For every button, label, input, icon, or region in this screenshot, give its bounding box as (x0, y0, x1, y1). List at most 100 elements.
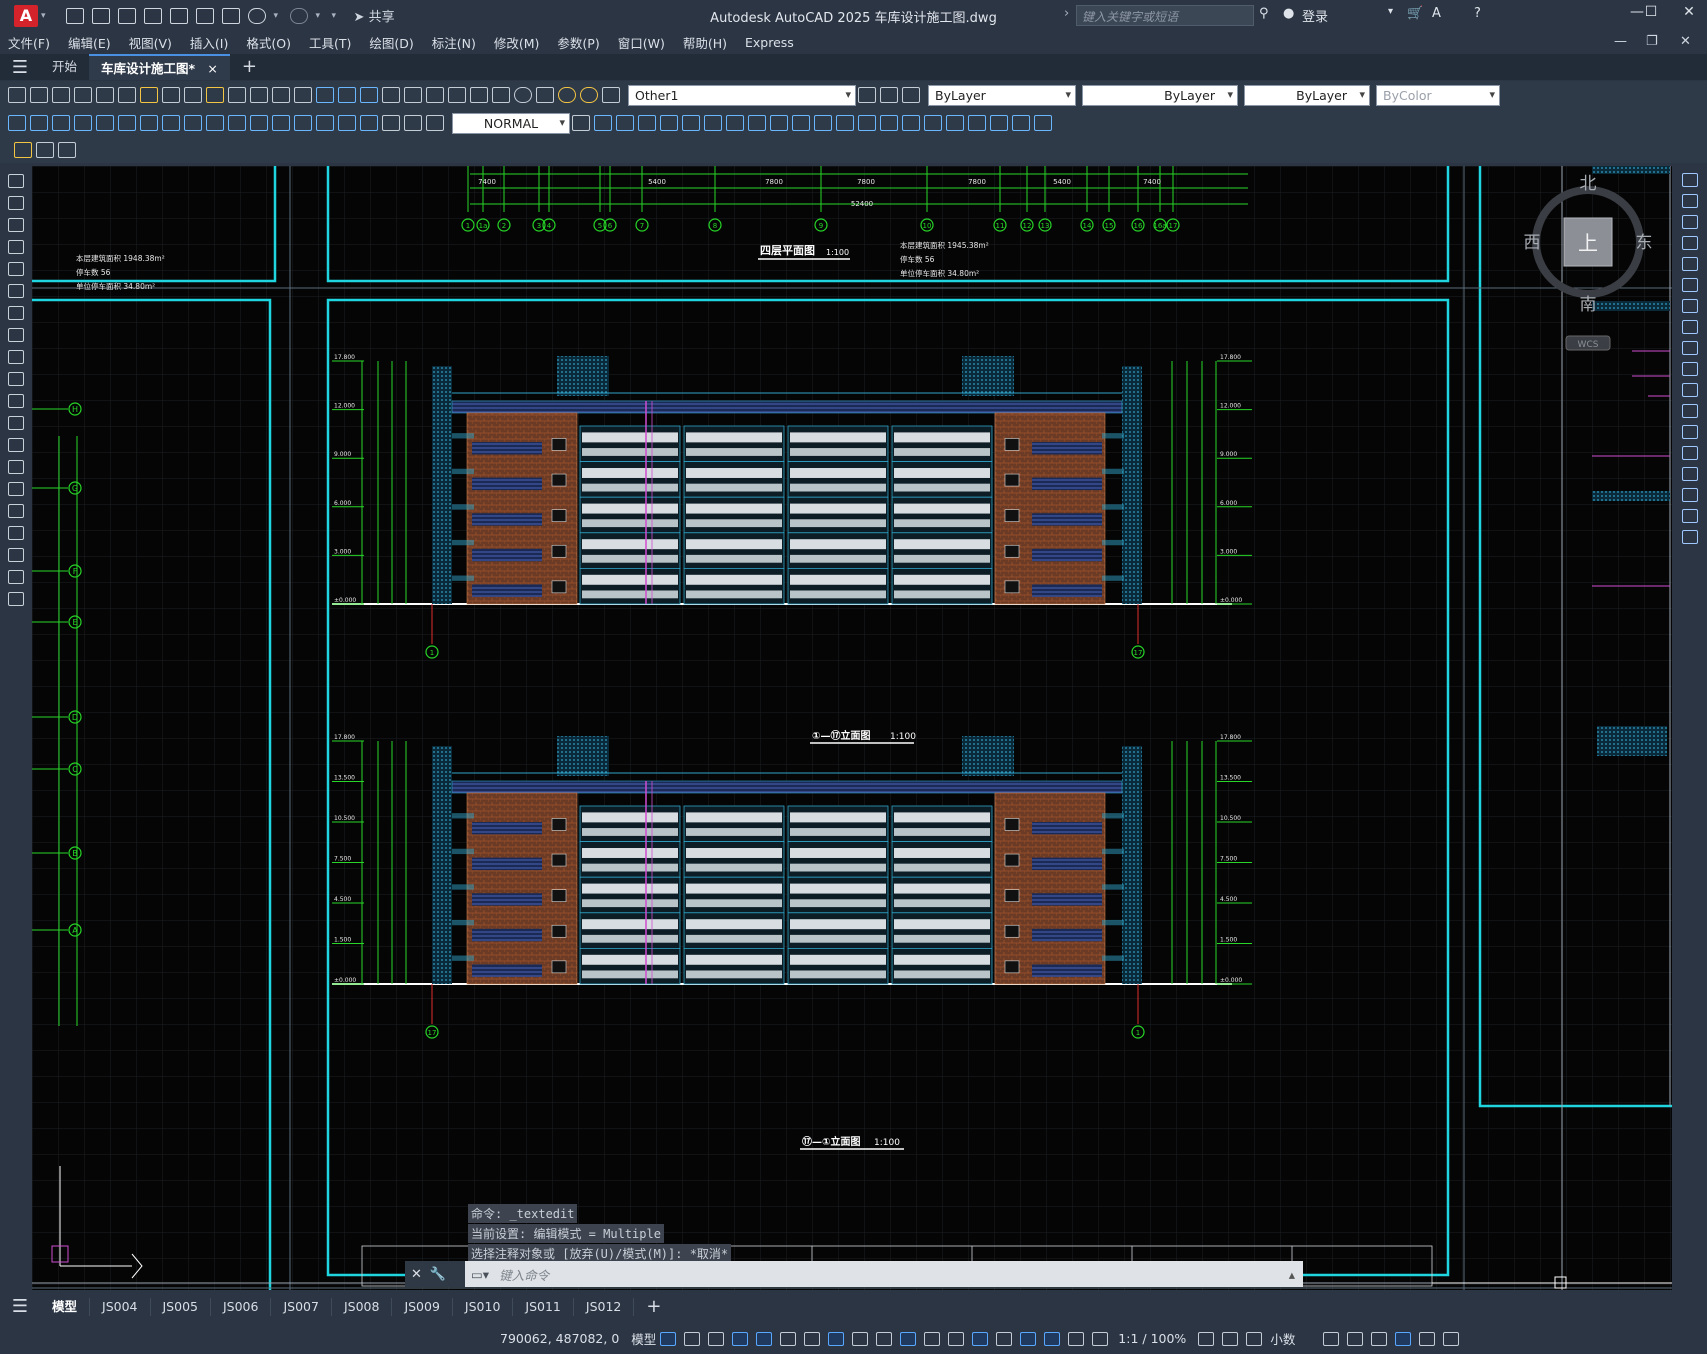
linear-dimension-icon[interactable] (8, 115, 26, 131)
array-modify-icon[interactable] (1681, 257, 1698, 271)
undo-icon[interactable] (247, 7, 266, 24)
ellipse-arc-tool-icon[interactable] (8, 394, 24, 408)
layer-dropdown[interactable]: Other1 (628, 84, 856, 106)
autodesk-apps-icon[interactable]: A (1432, 6, 1441, 21)
snap-mode-icon[interactable] (684, 1331, 701, 1346)
menu-item-1[interactable]: 编辑(E) (60, 33, 121, 52)
join-modify-icon[interactable] (1681, 446, 1698, 460)
maximize-button[interactable]: ☐ (1636, 4, 1666, 26)
aligned-dimension-icon[interactable] (30, 115, 48, 131)
search-icon[interactable]: ⚲ (1259, 6, 1269, 21)
polyline-tool-icon[interactable] (8, 218, 24, 232)
radius-dimension-icon[interactable] (96, 115, 114, 131)
selection-filter-icon[interactable] (996, 1331, 1013, 1346)
insert-block-tool-icon[interactable] (8, 416, 24, 430)
blend-icon[interactable] (946, 115, 964, 131)
infer-constraints-icon[interactable] (708, 1331, 725, 1346)
command-history-toggle-icon[interactable]: ▴ (1289, 1267, 1295, 1282)
viewcube-east-label[interactable]: 东 (1636, 233, 1653, 253)
command-input[interactable]: ▭▾ 键入命令 ▴ (465, 1261, 1303, 1287)
calculator-icon[interactable] (492, 87, 510, 103)
help-toolbar-icon[interactable] (514, 87, 532, 103)
erase-modify-icon[interactable] (1681, 173, 1698, 187)
annotation-monitor-icon[interactable] (1222, 1331, 1239, 1346)
coordinates-readout[interactable]: 790062, 487082, 0 (500, 1331, 619, 1346)
doc-restore-button[interactable]: ❐ (1646, 34, 1658, 49)
explode-icon[interactable] (968, 115, 986, 131)
break-at-point-modify-icon[interactable] (1681, 404, 1698, 418)
qnew-icon[interactable] (8, 87, 26, 103)
dynamic-input-icon[interactable] (732, 1331, 749, 1346)
tool-palettes-icon[interactable] (426, 87, 444, 103)
tab-model[interactable]: 模型 (40, 1297, 91, 1316)
object-snap-icon[interactable] (852, 1331, 869, 1346)
open-icon[interactable] (30, 87, 48, 103)
viewcube-south-label[interactable]: 南 (1580, 295, 1597, 315)
fillet-icon[interactable] (924, 115, 942, 131)
scale-modify-icon[interactable] (1681, 320, 1698, 334)
close-button[interactable]: ✕ (1674, 4, 1704, 26)
dimension-break-icon[interactable] (272, 115, 290, 131)
hatch-tool-icon[interactable] (8, 482, 24, 496)
workspace-gear-icon[interactable] (1198, 1331, 1215, 1346)
auto-scale-icon[interactable] (1068, 1331, 1085, 1346)
match-properties-icon[interactable] (206, 87, 224, 103)
pan-icon[interactable] (294, 87, 312, 103)
doc-minimize-button[interactable]: — (1614, 34, 1627, 49)
block-editor-icon[interactable] (228, 87, 246, 103)
attribute-icon[interactable] (58, 142, 76, 158)
model-space-toggle[interactable]: 模型 (631, 1329, 656, 1348)
tab-layout-js010[interactable]: JS010 (453, 1297, 514, 1316)
transparency-icon[interactable] (900, 1331, 917, 1346)
layout-menu-icon[interactable]: ☰ (0, 1296, 40, 1317)
annotation-scale-icon[interactable] (1092, 1331, 1109, 1346)
login-chevron-icon[interactable]: ▾ (1388, 6, 1393, 17)
open-file-icon[interactable] (91, 7, 110, 24)
rectangle-tool-icon[interactable] (8, 262, 24, 276)
search-expand-chevron-icon[interactable]: › (1064, 6, 1069, 21)
drawing-canvas[interactable]: 7400 5400 7800 7800 7800 5400 7400 52400 1 1a 2 3… (32, 166, 1672, 1290)
scale-icon[interactable] (748, 115, 766, 131)
redo-icon[interactable] (289, 7, 308, 24)
tab-layout-js009[interactable]: JS009 (392, 1297, 453, 1316)
draworder-icon[interactable] (1034, 115, 1052, 131)
tab-layout-js006[interactable]: JS006 (211, 1297, 272, 1316)
menu-item-3[interactable]: 插入(I) (182, 33, 238, 52)
stretch-icon[interactable] (770, 115, 788, 131)
linetype-dropdown[interactable]: ByLayer (1082, 84, 1238, 106)
tolerance-icon[interactable] (294, 115, 312, 131)
save-web-icon[interactable] (195, 7, 214, 24)
construction-line-tool-icon[interactable] (8, 196, 24, 210)
open-web-icon[interactable] (169, 7, 188, 24)
doc-close-button[interactable]: ✕ (1680, 34, 1691, 49)
publish-icon[interactable] (118, 87, 136, 103)
tab-layout-js005[interactable]: JS005 (151, 1297, 211, 1316)
text-style-dropdown[interactable]: NORMAL (452, 112, 570, 134)
inspection-icon[interactable] (338, 115, 356, 131)
command-prompt-icon[interactable]: ▭▾ (471, 1267, 489, 1282)
help-search-input[interactable]: 键入关键字或短语 (1076, 5, 1254, 26)
menu-item-9[interactable]: 参数(P) (549, 33, 609, 52)
rotate-modify-icon[interactable] (1681, 299, 1698, 313)
redo-dropdown-icon[interactable]: ▾ (316, 8, 324, 24)
menu-item-11[interactable]: 帮助(H) (675, 33, 737, 52)
move-modify-icon[interactable] (1681, 278, 1698, 292)
menu-item-4[interactable]: 格式(O) (238, 33, 301, 52)
arc-length-icon[interactable] (52, 115, 70, 131)
tab-start[interactable]: 开始 (40, 54, 89, 80)
command-customize-icon[interactable]: 🔧 (430, 1267, 446, 1282)
lineweight-dropdown[interactable]: ByLayer (1244, 84, 1370, 106)
layer-previous-icon[interactable] (880, 87, 898, 103)
array-icon[interactable] (682, 115, 700, 131)
blend-curves-modify-icon[interactable] (1681, 509, 1698, 523)
jogged-linear-icon[interactable] (360, 115, 378, 131)
fillet-modify-icon[interactable] (1681, 488, 1698, 502)
make-block-tool-icon[interactable] (8, 438, 24, 452)
cut-icon[interactable] (140, 87, 158, 103)
point-tool-icon[interactable] (8, 460, 24, 474)
save-as-icon[interactable] (143, 7, 162, 24)
layer-lock-icon[interactable] (602, 87, 620, 103)
tab-layout-js011[interactable]: JS011 (513, 1297, 574, 1316)
markup-icon[interactable] (470, 87, 488, 103)
layer-on-bulb-icon[interactable] (558, 87, 576, 103)
